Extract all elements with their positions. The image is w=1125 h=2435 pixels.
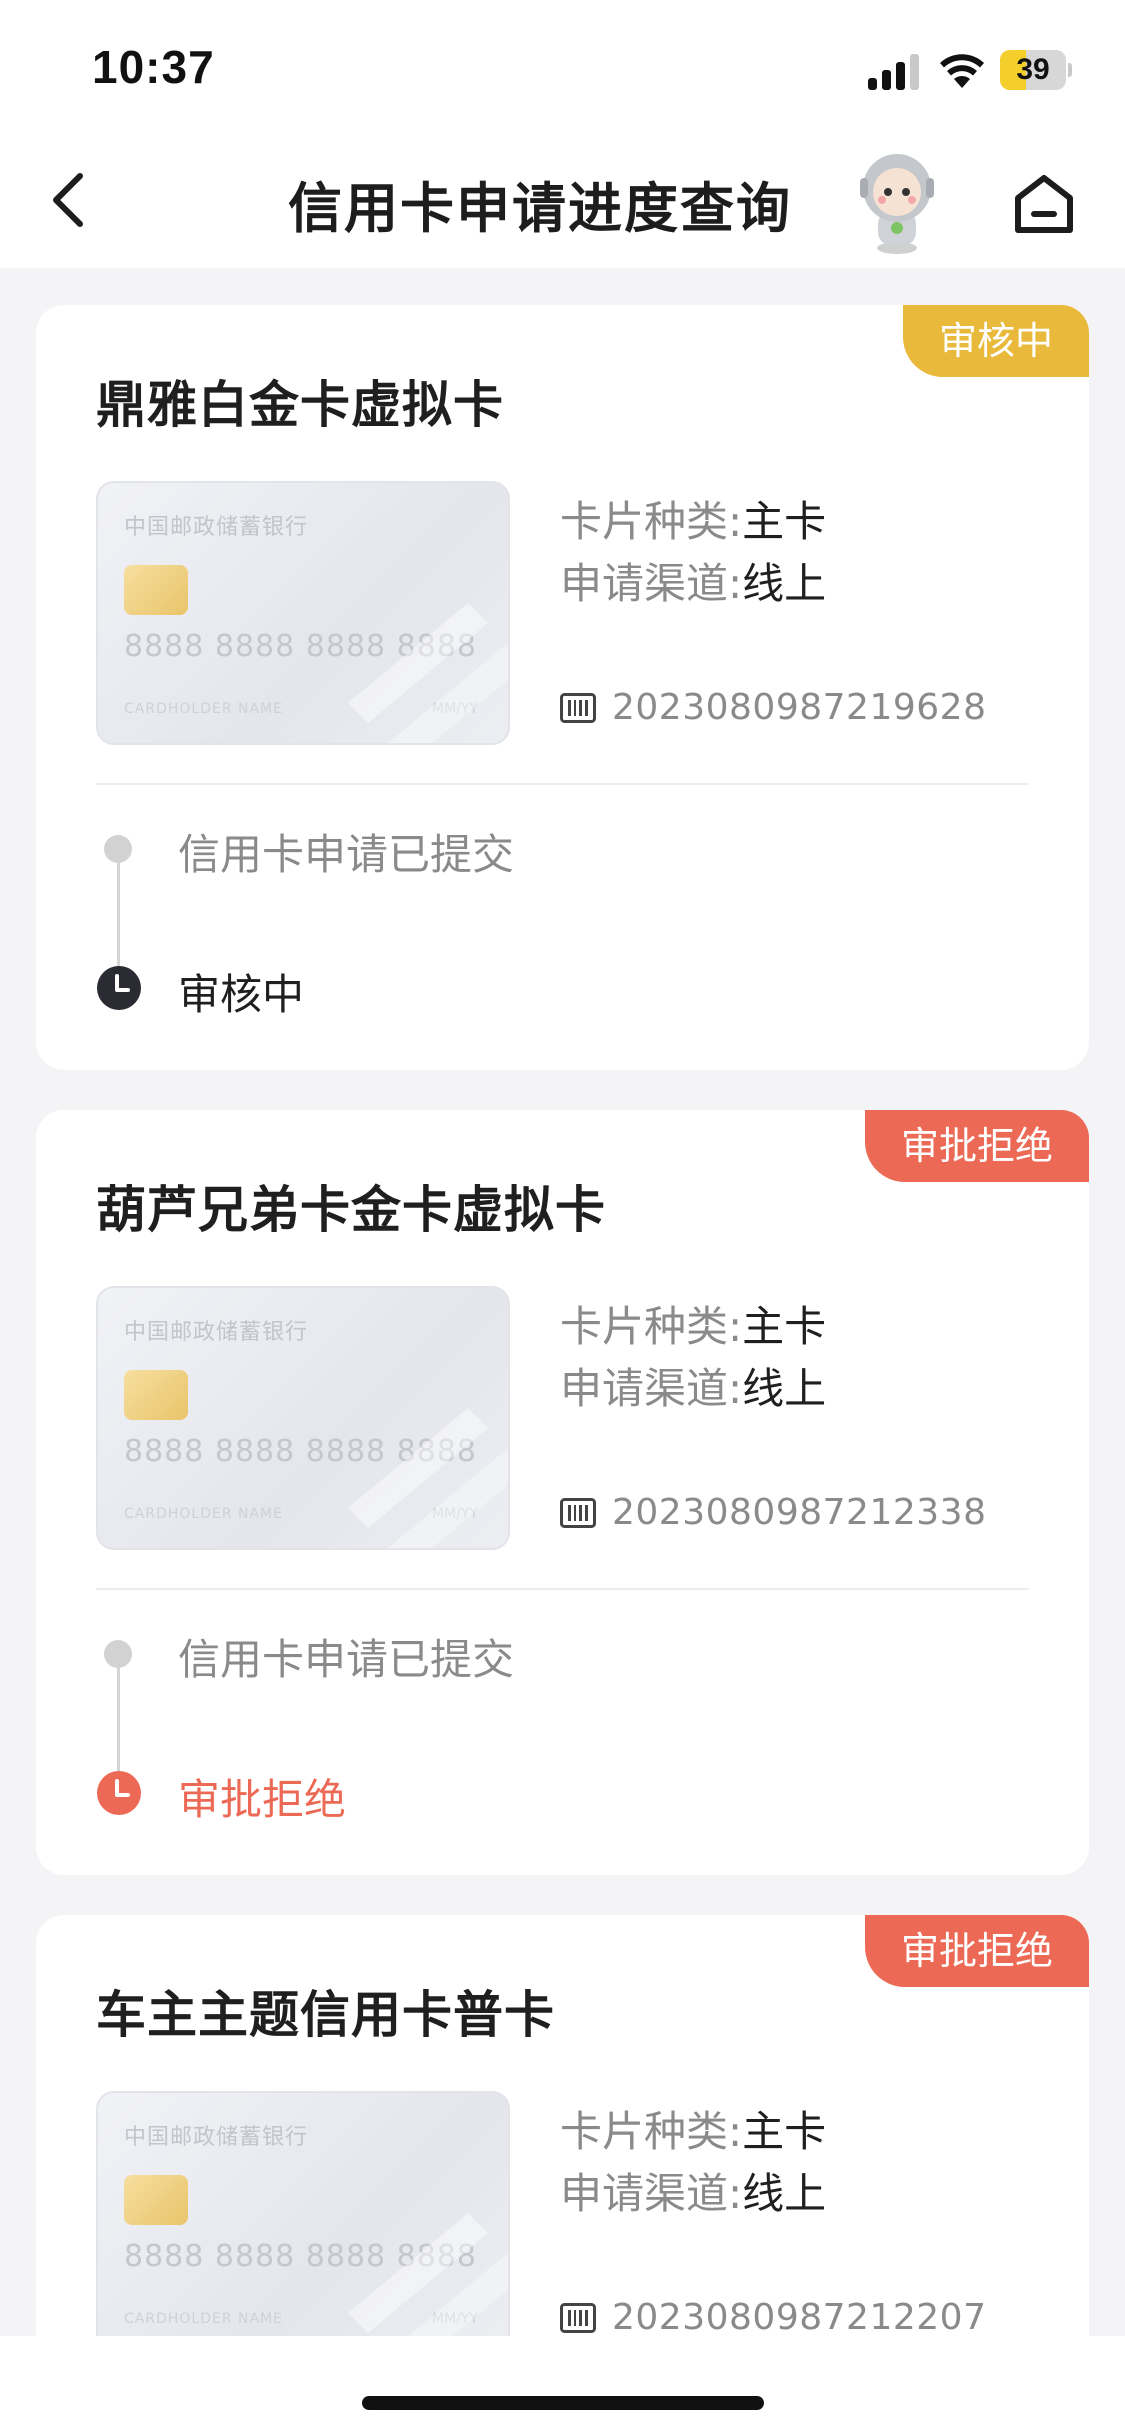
card-type-label: 卡片种类: (560, 2107, 743, 2156)
status-time: 10:37 (92, 41, 215, 93)
divider (96, 783, 1029, 785)
card-decoration-icon (348, 1408, 508, 1548)
card-bank-name: 中国邮政储蓄银行 (124, 1320, 309, 1345)
application-number: 2023080987219628 (612, 687, 987, 728)
astronaut-mascot-icon[interactable] (842, 148, 952, 258)
card-info: 卡片种类:主卡 申请渠道:线上 (560, 1296, 1060, 1420)
application-card[interactable]: 审批拒绝 葫芦兄弟卡金卡虚拟卡 中国邮政储蓄银行 8888 8888 8888 … (36, 1110, 1089, 1875)
cellular-signal-icon (868, 54, 919, 90)
card-face-image: 中国邮政储蓄银行 8888 8888 8888 8888 CARDHOLDER … (96, 481, 510, 745)
card-decoration-icon (348, 2213, 508, 2353)
clock-icon (97, 966, 141, 1010)
card-type-row: 卡片种类:主卡 (560, 491, 1060, 553)
card-type-value: 主卡 (742, 1302, 827, 1351)
card-info: 卡片种类:主卡 申请渠道:线上 (560, 2101, 1060, 2225)
clock-icon (97, 1771, 141, 1815)
status-badge: 审批拒绝 (864, 1110, 1089, 1182)
card-bank-name: 中国邮政储蓄银行 (124, 515, 309, 540)
channel-label: 申请渠道: (560, 2169, 743, 2218)
timeline-dot (104, 1640, 132, 1668)
step-current-status: 审核中 (178, 970, 305, 1019)
barcode-icon (560, 2302, 596, 2333)
card-product-name: 车主主题信用卡普卡 (96, 1986, 555, 2044)
page: 10:37 39 信用卡申请进度查询 审核中 鼎雅白金卡虚拟卡 中国邮政储蓄银行… (0, 0, 1125, 2435)
wifi-icon (940, 54, 984, 88)
chevron-left-icon (53, 173, 83, 227)
bottom-safe-area (0, 2336, 1125, 2435)
channel-value: 线上 (742, 559, 827, 608)
channel-row: 申请渠道:线上 (560, 553, 1060, 615)
card-type-label: 卡片种类: (560, 1302, 743, 1351)
card-type-row: 卡片种类:主卡 (560, 2101, 1060, 2163)
home-button[interactable] (1008, 168, 1080, 240)
card-chip-icon (124, 2175, 188, 2225)
card-type-value: 主卡 (742, 497, 827, 546)
application-number: 2023080987212207 (612, 2297, 987, 2338)
channel-row: 申请渠道:线上 (560, 2163, 1060, 2225)
application-number-row: 2023080987212338 (560, 1492, 986, 1533)
card-holder-name: CARDHOLDER NAME (124, 701, 283, 717)
card-product-name: 葫芦兄弟卡金卡虚拟卡 (96, 1181, 606, 1239)
channel-value: 线上 (742, 2169, 827, 2218)
channel-label: 申请渠道: (560, 559, 743, 608)
timeline-line (117, 853, 120, 973)
home-indicator[interactable] (362, 2396, 764, 2410)
back-button[interactable] (40, 160, 104, 240)
home-icon (1015, 175, 1073, 233)
card-chip-icon (124, 565, 188, 615)
card-holder-name: CARDHOLDER NAME (124, 2311, 283, 2327)
channel-label: 申请渠道: (560, 1364, 743, 1413)
card-type-value: 主卡 (742, 2107, 827, 2156)
timeline-line (117, 1658, 120, 1778)
timeline-dot (104, 835, 132, 863)
card-product-name: 鼎雅白金卡虚拟卡 (96, 376, 504, 434)
channel-value: 线上 (742, 1364, 827, 1413)
status-badge: 审批拒绝 (864, 1915, 1089, 1987)
application-number-row: 2023080987212207 (560, 2297, 986, 2338)
card-type-label: 卡片种类: (560, 497, 743, 546)
card-decoration-icon (348, 603, 508, 743)
card-chip-icon (124, 1370, 188, 1420)
card-type-row: 卡片种类:主卡 (560, 1296, 1060, 1358)
step-submitted: 信用卡申请已提交 (178, 1635, 515, 1684)
barcode-icon (560, 1497, 596, 1528)
channel-row: 申请渠道:线上 (560, 1358, 1060, 1420)
page-title: 信用卡申请进度查询 (288, 177, 792, 240)
card-info: 卡片种类:主卡 申请渠道:线上 (560, 491, 1060, 615)
application-card[interactable]: 审核中 鼎雅白金卡虚拟卡 中国邮政储蓄银行 8888 8888 8888 888… (36, 305, 1089, 1070)
step-submitted: 信用卡申请已提交 (178, 830, 515, 879)
status-badge: 审核中 (902, 305, 1089, 377)
application-number: 2023080987212338 (612, 1492, 987, 1533)
status-bar: 10:37 39 (0, 0, 1125, 130)
barcode-icon (560, 692, 596, 723)
card-face-image: 中国邮政储蓄银行 8888 8888 8888 8888 CARDHOLDER … (96, 2091, 510, 2355)
card-holder-name: CARDHOLDER NAME (124, 1506, 283, 1522)
nav-bar: 信用卡申请进度查询 (0, 130, 1125, 268)
card-face-image: 中国邮政储蓄银行 8888 8888 8888 8888 CARDHOLDER … (96, 1286, 510, 1550)
battery-indicator: 39 (1000, 50, 1072, 90)
divider (96, 1588, 1029, 1590)
step-current-status: 审批拒绝 (178, 1775, 347, 1824)
application-number-row: 2023080987219628 (560, 687, 986, 728)
card-bank-name: 中国邮政储蓄银行 (124, 2125, 309, 2150)
battery-percentage: 39 (1016, 53, 1050, 86)
